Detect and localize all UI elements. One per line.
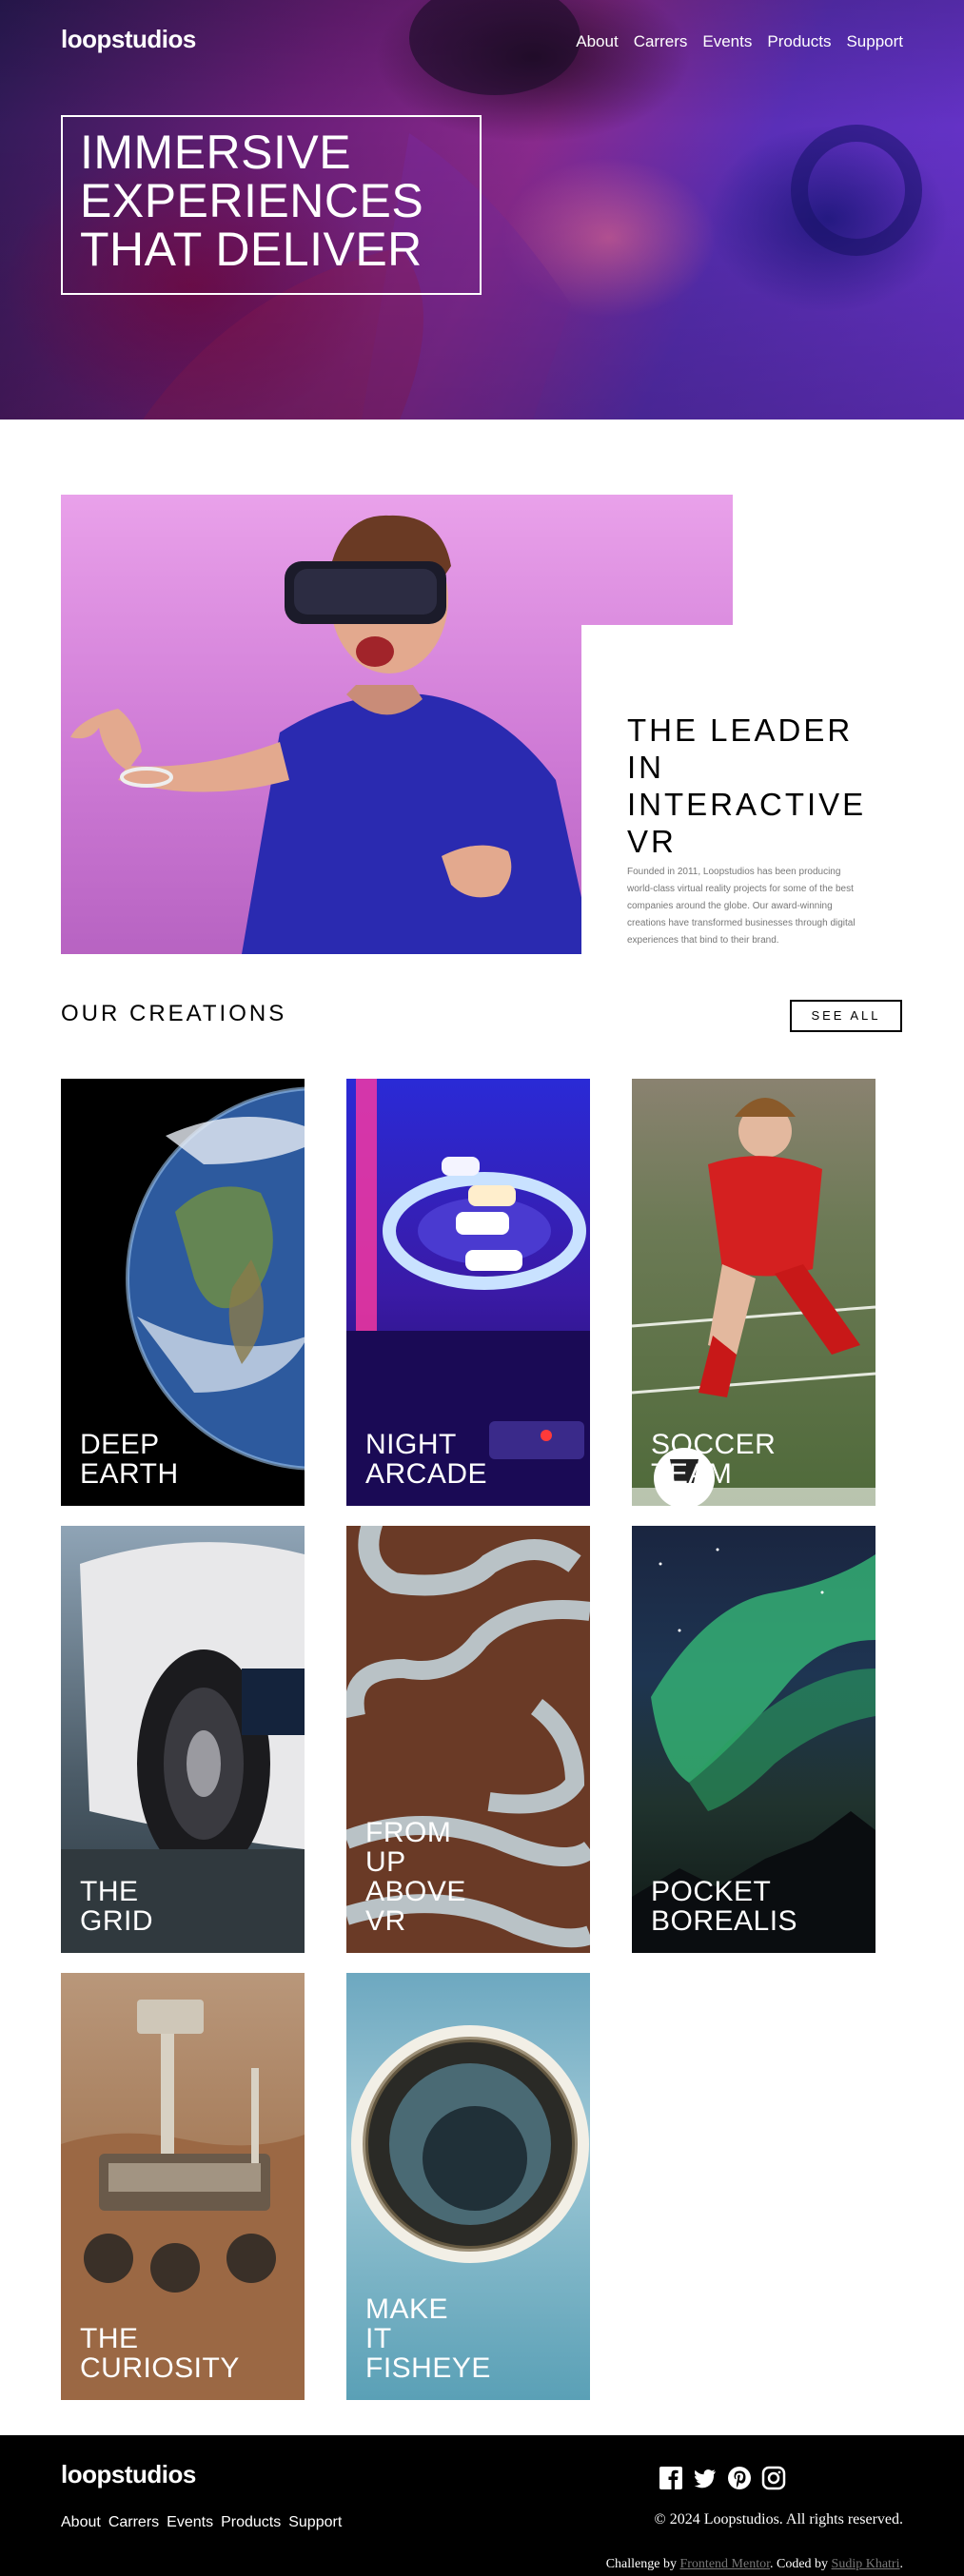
card-title-line: TEAM [651, 1458, 733, 1490]
nav-products[interactable]: Products [767, 32, 831, 51]
footer-nav-products[interactable]: Products [221, 2514, 281, 2531]
attribution-prefix: Challenge by [605, 2557, 680, 2571]
card-title: DEEP EARTH [80, 1430, 179, 1489]
attribution: Challenge by Frontend Mentor. Coded by S… [606, 2557, 903, 2572]
intro-paragraph: Founded in 2011, Loopstudios has been pr… [627, 867, 856, 946]
card-title-line: VR [365, 1905, 406, 1937]
card-title-line: ARCADE [365, 1458, 488, 1490]
card-title: NIGHT ARCADE [365, 1430, 487, 1489]
card-title-line: SOCCER [651, 1429, 777, 1460]
copyright-text: © 2024 Loopstudios. All rights reserved. [654, 2511, 903, 2527]
creation-card-the-curiosity[interactable]: THE CURIOSITY [61, 1973, 305, 2400]
card-title-line: IT [365, 2323, 392, 2354]
header-logo[interactable]: loopstudios [61, 25, 196, 54]
card-title-line: DEEP [80, 1429, 160, 1460]
attribution-suffix: . [899, 2557, 904, 2571]
nav-events[interactable]: Events [702, 32, 752, 51]
author-link[interactable]: Sudip Khatri [832, 2557, 900, 2571]
card-title-line: EARTH [80, 1458, 179, 1490]
card-title-line: BOREALIS [651, 1905, 798, 1937]
card-title-line: UP [365, 1846, 406, 1878]
card-title: THE GRID [80, 1877, 153, 1936]
card-title: MAKE IT FISHEYE [365, 2294, 491, 2383]
hero-headline-box: IMMERSIVE EXPERIENCES THAT DELIVER [61, 115, 482, 295]
footer-nav-about[interactable]: About [61, 2514, 101, 2531]
facebook-icon[interactable] [659, 2466, 683, 2490]
pinterest-icon[interactable] [727, 2466, 752, 2490]
social-links [659, 2466, 786, 2490]
card-title-line: POCKET [651, 1876, 772, 1907]
card-title: FROM UP ABOVE VR [365, 1818, 466, 1936]
creation-card-soccer-team[interactable]: SOCCER TEAM [632, 1079, 875, 1506]
intro-title-line: IN [627, 750, 664, 785]
header-nav: About Carrers Events Products Support [576, 32, 903, 51]
intro-title-line: THE LEADER [627, 712, 854, 748]
footer-nav-support[interactable]: Support [288, 2514, 342, 2531]
instagram-icon[interactable] [761, 2466, 786, 2490]
intro-title-line: INTERACTIVE [627, 787, 867, 822]
footer-nav-events[interactable]: Events [167, 2514, 213, 2531]
card-title-line: THE [80, 1876, 139, 1907]
card-title-line: THE [80, 2323, 139, 2354]
nav-support[interactable]: Support [846, 32, 903, 51]
card-title-line: CURIOSITY [80, 2352, 240, 2384]
twitter-icon[interactable] [693, 2466, 718, 2490]
footer-nav-careers[interactable]: Carrers [108, 2514, 159, 2531]
nav-about[interactable]: About [576, 32, 618, 51]
creation-card-make-it-fisheye[interactable]: MAKE IT FISHEYE [346, 1973, 590, 2400]
footer-nav: About Carrers Events Products Support [61, 2514, 342, 2531]
hero-headline-line: IMMERSIVE [80, 126, 352, 179]
card-title-line: FROM [365, 1817, 452, 1848]
card-title: POCKET BOREALIS [651, 1877, 797, 1936]
card-title-line: MAKE [365, 2293, 449, 2325]
creation-card-pocket-borealis[interactable]: POCKET BOREALIS [632, 1526, 875, 1953]
intro-title: THE LEADER IN INTERACTIVE VR [627, 712, 913, 860]
attribution-middle: . Coded by [769, 2557, 832, 2571]
nav-careers[interactable]: Carrers [634, 32, 688, 51]
footer-logo[interactable]: loopstudios [61, 2460, 196, 2489]
hero-headline-line: EXPERIENCES [80, 174, 424, 227]
see-all-button[interactable]: SEE ALL [790, 1000, 902, 1032]
card-title: THE CURIOSITY [80, 2324, 240, 2383]
footer: loopstudios About Carrers Events Product… [0, 2435, 964, 2576]
creation-card-the-grid[interactable]: THE GRID [61, 1526, 305, 1953]
card-title-line: GRID [80, 1905, 153, 1937]
intro-title-line: VR [627, 824, 677, 859]
card-title-line: FISHEYE [365, 2352, 491, 2384]
creation-card-night-arcade[interactable]: NIGHT ARCADE [346, 1079, 590, 1506]
hero-section: loopstudios About Carrers Events Product… [0, 0, 964, 420]
hero-headline-line: THAT DELIVER [80, 223, 423, 276]
card-title-line: ABOVE [365, 1876, 466, 1907]
frontend-mentor-link[interactable]: Frontend Mentor [679, 2557, 770, 2571]
card-title-line: NIGHT [365, 1429, 457, 1460]
creations-title: OUR CREATIONS [61, 1001, 287, 1026]
card-title: SOCCER TEAM [651, 1430, 776, 1489]
creation-card-from-up-above-vr[interactable]: FROM UP ABOVE VR [346, 1526, 590, 1953]
creation-card-deep-earth[interactable]: DEEP EARTH [61, 1079, 305, 1506]
